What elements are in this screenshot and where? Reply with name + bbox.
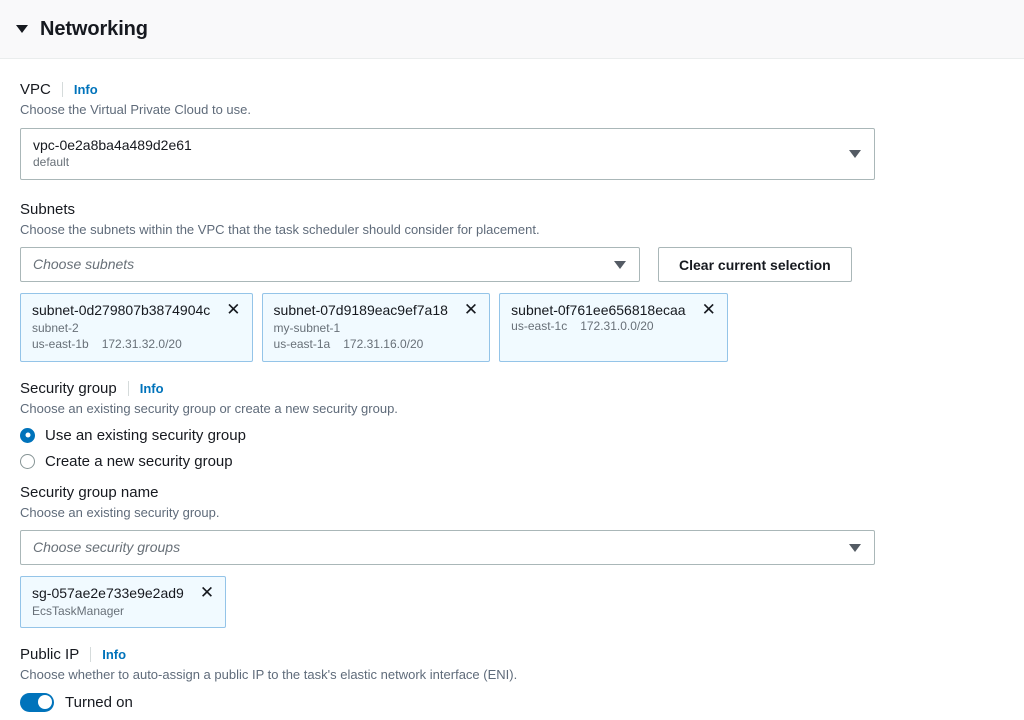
security-groups-select[interactable]: Choose security groups [20,530,875,566]
close-icon[interactable]: ✕ [700,301,716,318]
vpc-description: Choose the Virtual Private Cloud to use. [20,102,252,117]
subnet-token-meta: us-east-1a 172.31.16.0/20 [274,337,479,352]
subnets-placeholder: Choose subnets [33,256,135,273]
subnets-field: Subnets Choose the subnets within the VP… [20,201,1024,363]
radio-label: Create a new security group [45,452,233,470]
subnet-token-meta: us-east-1b 172.31.32.0/20 [32,337,241,352]
page-title: Networking [40,17,148,40]
toggle-knob [37,695,52,710]
label-divider [90,647,92,663]
radio-unselected-icon[interactable] [20,453,35,469]
security-group-token-head: sg-057ae2e733e9e2ad9 ✕ [32,584,214,602]
security-group-name-label-row: Security group name [20,484,1024,501]
subnet-token-head: subnet-07d9189eac9ef7a18 ✕ [273,301,479,319]
chevron-down-icon[interactable] [849,149,861,158]
security-groups-placeholder: Choose security groups [33,539,181,556]
subnet-token-az: us-east-1a [273,337,331,352]
public-ip-label: Public IP [20,646,80,664]
subnet-token-az: us-east-1b [32,337,89,352]
chevron-down-icon[interactable] [614,260,626,269]
security-group-info-link[interactable]: Info [140,381,164,396]
public-ip-toggle[interactable] [20,692,54,712]
security-group-name-label: Security group name [20,483,159,501]
subnet-token[interactable]: subnet-07d9189eac9ef7a18 ✕ my-subnet-1 u… [261,293,491,363]
close-icon[interactable]: ✕ [224,301,240,318]
security-group-token[interactable]: sg-057ae2e733e9e2ad9 ✕ EcsTaskManager [20,576,227,629]
public-ip-label-row: Public IP Info [20,646,1024,663]
label-divider [61,82,63,97]
public-ip-toggle-row[interactable]: Turned on [20,692,1024,712]
subnet-token-head: subnet-0d279807b3874904c ✕ [32,301,241,319]
close-icon[interactable]: ✕ [198,584,214,601]
subnet-token-az: us-east-1c [511,319,568,334]
subnet-token-list: subnet-0d279807b3874904c ✕ subnet-2 us-e… [20,293,1024,363]
subnets-select[interactable]: Choose subnets [20,247,640,283]
networking-section-header[interactable]: Networking [0,0,1024,59]
security-group-label-row: Security group Info [20,380,1024,397]
networking-form: VPC Info Choose the Virtual Private Clou… [0,59,1024,712]
subnet-token-meta: us-east-1c 172.31.0.0/20 [511,319,716,334]
caret-down-icon[interactable] [16,25,28,33]
vpc-label: VPC [20,81,51,98]
subnet-token-id: subnet-07d9189eac9ef7a18 [273,302,448,319]
subnets-label: Subnets [20,200,76,218]
label-divider [127,381,129,397]
radio-use-existing-security-group[interactable]: Use an existing security group [20,427,1024,444]
subnet-token-cidr: 172.31.0.0/20 [580,319,654,334]
security-group-token-name: EcsTaskManager [32,604,125,619]
subnets-description: Choose the subnets within the VPC that t… [20,221,540,237]
subnet-token-head: subnet-0f761ee656818ecaa ✕ [511,301,716,319]
subnets-label-row: Subnets [20,201,1024,218]
vpc-info-link[interactable]: Info [74,82,98,97]
subnet-token-name: my-subnet-1 [273,321,341,336]
subnets-select-row: Choose subnets Clear current selection [20,247,1024,283]
clear-current-selection-button[interactable]: Clear current selection [658,247,852,283]
vpc-select[interactable]: vpc-0e2a8ba4a489d2e61 default [20,127,875,180]
subnet-token[interactable]: subnet-0f761ee656818ecaa ✕ us-east-1c 17… [499,293,728,363]
vpc-field: VPC Info Choose the Virtual Private Clou… [20,81,1024,180]
subnet-token-id: subnet-0f761ee656818ecaa [511,302,686,319]
subnet-token-cidr: 172.31.32.0/20 [101,337,182,352]
radio-label: Use an existing security group [45,426,246,444]
security-group-description: Choose an existing security group or cre… [20,401,398,417]
subnet-token-name: subnet-2 [32,321,79,336]
public-ip-info-link[interactable]: Info [102,647,126,662]
public-ip-description: Choose whether to auto-assign a public I… [20,667,518,683]
security-group-name-description: Choose an existing security group. [20,504,220,520]
chevron-down-icon[interactable] [849,543,861,552]
security-group-label: Security group [20,380,117,398]
radio-create-new-security-group[interactable]: Create a new security group [20,453,1024,470]
close-icon[interactable]: ✕ [462,301,478,318]
vpc-selected-sub: default [33,155,70,170]
security-group-token-list: sg-057ae2e733e9e2ad9 ✕ EcsTaskManager [20,576,1024,629]
subnet-token[interactable]: subnet-0d279807b3874904c ✕ subnet-2 us-e… [20,293,253,363]
vpc-selected-value: vpc-0e2a8ba4a489d2e61 [33,137,192,154]
vpc-label-row: VPC Info [20,81,1024,98]
subnet-token-cidr: 172.31.16.0/20 [343,337,424,352]
security-group-token-id: sg-057ae2e733e9e2ad9 [32,585,184,602]
subnet-token-id: subnet-0d279807b3874904c [32,302,211,319]
public-ip-toggle-label: Turned on [65,693,133,711]
radio-selected-icon[interactable] [20,427,35,443]
security-group-field: Security group Info Choose an existing s… [20,380,1024,470]
public-ip-field: Public IP Info Choose whether to auto-as… [20,646,1024,712]
security-group-name-field: Security group name Choose an existing s… [20,484,1024,629]
